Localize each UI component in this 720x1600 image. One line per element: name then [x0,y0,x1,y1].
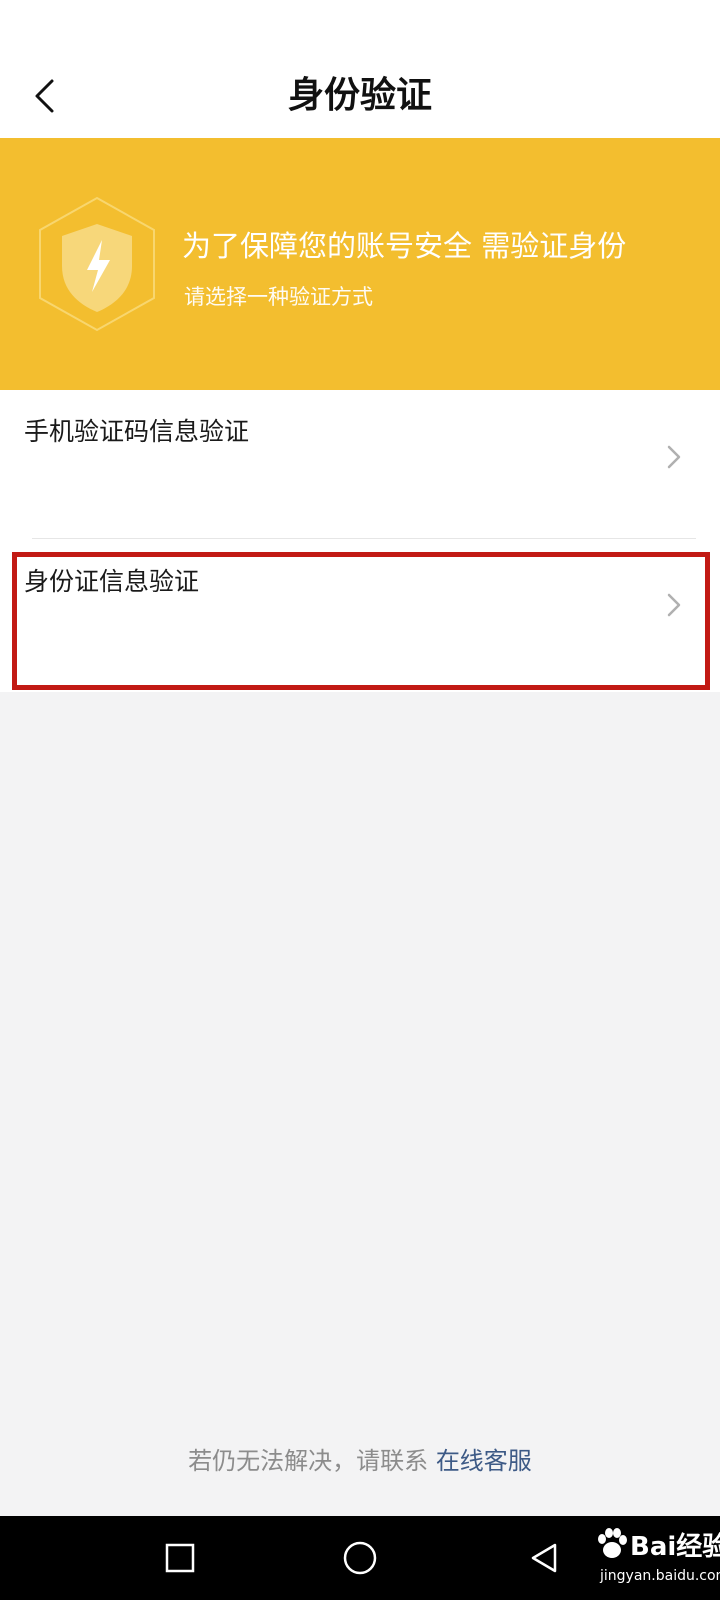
help-text: 若仍无法解决，请联系 [188,1447,429,1475]
paw-icon [598,1528,627,1558]
square-icon [165,1543,195,1573]
watermark-domain: jingyan.baidu.com [600,1568,720,1584]
option-label: 手机验证码信息验证 [24,417,250,446]
banner-title: 为了保障您的账号安全 需验证身份 [182,229,627,263]
online-service-link[interactable]: 在线客服 [436,1447,532,1475]
triangle-back-icon [531,1543,557,1573]
page-title: 身份验证 [287,75,432,116]
option-phone-code[interactable]: 手机验证码信息验证 [0,390,720,539]
shield-lightning-icon [39,196,155,332]
baidu-jingyan-watermark: Bai经验 jingyan.baidu.com [594,1520,720,1594]
security-banner: 为了保障您的账号安全 需验证身份 请选择一种验证方式 [0,138,720,390]
back-nav-button[interactable] [522,1536,566,1580]
banner-subtitle: 请选择一种验证方式 [184,285,373,309]
divider [32,538,696,539]
recents-button[interactable] [158,1536,202,1580]
help-line: 若仍无法解决，请联系 在线客服 [0,1440,720,1482]
chevron-right-icon [667,445,681,469]
circle-icon [343,1541,377,1575]
highlight-annotation [12,552,710,690]
home-button[interactable] [338,1536,382,1580]
watermark-brand: Bai经验 [630,1532,720,1562]
top-bar: 身份验证 [0,0,720,138]
